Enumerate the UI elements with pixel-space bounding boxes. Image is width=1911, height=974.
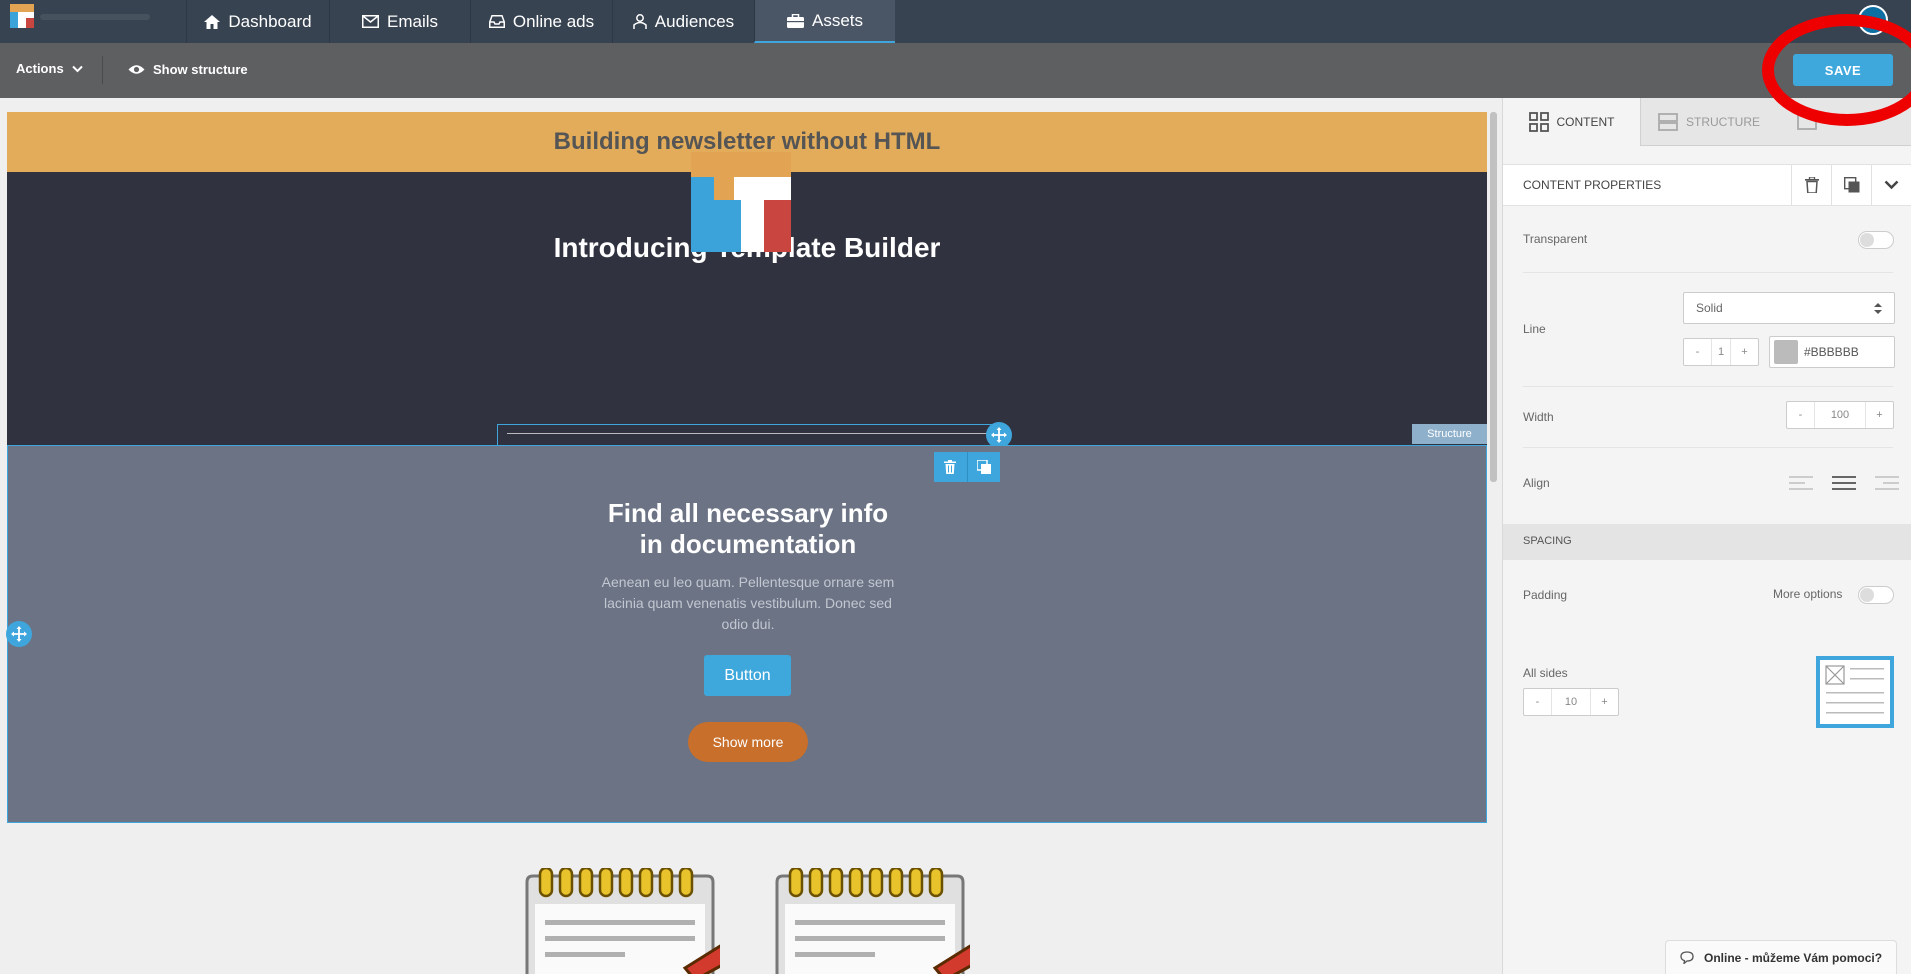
align-left-icon[interactable] <box>1789 474 1813 492</box>
chat-label: Online - můžeme Vám pomoci? <box>1704 950 1883 965</box>
width-label: Width <box>1523 410 1554 424</box>
nav-tab-label: Assets <box>811 10 864 30</box>
align-options <box>1789 474 1899 492</box>
line-color-field[interactable]: #BBBBBB <box>1769 336 1895 368</box>
briefcase-icon <box>786 13 804 28</box>
nav-tab-label: Audiences <box>654 11 735 31</box>
more-options-label: More options <box>1773 587 1843 601</box>
color-swatch[interactable] <box>1774 340 1798 364</box>
section-title: Find all necessary info in documentation <box>607 498 889 559</box>
padding-preview <box>1816 656 1894 728</box>
line-color-value: #BBBBBB <box>1804 345 1859 359</box>
top-nav: Dashboard Emails Online ads Audiences As… <box>0 0 1911 43</box>
nav-tab-label: Emails <box>386 11 438 31</box>
width-value[interactable]: 100 <box>1814 402 1866 428</box>
decrement-button[interactable]: - <box>1684 339 1711 365</box>
structure-tag[interactable]: Structure <box>1412 424 1487 444</box>
properties-panel: CONTENT STRUCTURE CONTENT PROPERTIES Tra… <box>1502 98 1911 974</box>
nav-tab-audiences[interactable]: Audiences <box>612 0 754 43</box>
increment-button[interactable]: + <box>1591 689 1618 715</box>
cta-button[interactable]: Button <box>704 655 791 696</box>
chevron-down-icon[interactable] <box>1871 165 1911 205</box>
decrement-button[interactable]: - <box>1787 402 1814 428</box>
chevron-down-icon <box>71 65 83 72</box>
duplicate-icon[interactable] <box>966 452 1001 482</box>
nav-tab-label: Dashboard <box>228 11 312 31</box>
tab-content-label: CONTENT <box>1556 115 1615 129</box>
actions-dropdown[interactable]: Actions <box>16 61 83 76</box>
all-sides-stepper[interactable]: - 10 + <box>1523 688 1619 716</box>
all-sides-label: All sides <box>1523 666 1568 680</box>
line-style-value: Solid <box>1696 301 1723 315</box>
line-thickness-stepper[interactable]: - 1 + <box>1683 338 1759 366</box>
selected-divider-block[interactable] <box>497 424 999 445</box>
users-icon <box>633 14 647 29</box>
tab-structure[interactable]: STRUCTURE <box>1641 98 1777 146</box>
nav-tab-dashboard[interactable]: Dashboard <box>186 0 329 43</box>
spacing-section-header: SPACING <box>1503 524 1911 560</box>
spacing-label: SPACING <box>1523 535 1572 547</box>
block-actions <box>934 452 1000 482</box>
decrement-button[interactable]: - <box>1524 689 1551 715</box>
nav-tab-label: Online ads <box>512 11 595 31</box>
tab-structure-label: STRUCTURE <box>1686 115 1760 129</box>
grid-icon <box>1528 112 1549 132</box>
editor-toolbar: Actions Show structure SAVE <box>0 43 1911 98</box>
canvas-scrollbar[interactable] <box>1490 112 1497 482</box>
align-label: Align <box>1523 476 1550 490</box>
increment-button[interactable]: + <box>1866 402 1893 428</box>
trash-icon[interactable] <box>1791 165 1831 205</box>
show-more-button[interactable]: Show more <box>688 722 808 762</box>
move-icon[interactable] <box>6 621 32 647</box>
transparent-toggle[interactable] <box>1858 231 1894 249</box>
notebook-illustration <box>775 868 970 974</box>
envelope-icon <box>361 15 379 28</box>
home-icon <box>204 14 221 29</box>
rows-icon <box>1658 113 1678 131</box>
notebook-illustration <box>525 868 720 974</box>
show-structure-button[interactable]: Show structure <box>128 62 248 77</box>
template-builder-logo[interactable] <box>691 152 791 252</box>
show-structure-label: Show structure <box>153 62 248 77</box>
line-style-select[interactable]: Solid <box>1683 292 1895 324</box>
toolbar-divider <box>102 56 103 84</box>
nav-tab-emails[interactable]: Emails <box>329 0 470 43</box>
actions-label: Actions <box>16 61 64 76</box>
row-divider <box>1523 447 1893 448</box>
app-name-placeholder <box>40 14 150 20</box>
transparent-label: Transparent <box>1523 232 1588 246</box>
select-arrows-icon <box>1874 302 1882 314</box>
tab-content[interactable]: CONTENT <box>1503 98 1641 146</box>
row-divider <box>1523 386 1893 387</box>
width-stepper[interactable]: - 100 + <box>1786 401 1894 429</box>
structure-tag-label: Structure <box>1427 428 1472 440</box>
divider-line <box>507 433 992 434</box>
content-properties-header: CONTENT PROPERTIES <box>1503 164 1911 206</box>
padding-label: Padding <box>1523 588 1568 602</box>
nav-tab-assets[interactable]: Assets <box>754 0 895 43</box>
more-options-toggle[interactable] <box>1858 586 1894 604</box>
duplicate-icon[interactable] <box>1831 165 1871 205</box>
inbox-icon <box>488 15 505 28</box>
chat-widget[interactable]: Online - můžeme Vám pomoci? <box>1665 940 1897 974</box>
trash-icon[interactable] <box>934 452 967 482</box>
chat-bubble-icon <box>1680 951 1694 964</box>
align-right-icon[interactable] <box>1875 474 1899 492</box>
content-section[interactable]: Find all necessary info in documentation… <box>7 445 1487 823</box>
section-text: Aenean eu leo quam. Pellentesque ornare … <box>601 574 895 632</box>
increment-button[interactable]: + <box>1731 339 1758 365</box>
line-thickness-value[interactable]: 1 <box>1711 339 1731 365</box>
app-logo[interactable] <box>10 4 34 28</box>
all-sides-value[interactable]: 10 <box>1551 689 1591 715</box>
content-properties-title: CONTENT PROPERTIES <box>1523 178 1662 192</box>
nav-tab-online-ads[interactable]: Online ads <box>470 0 612 43</box>
row-divider <box>1523 272 1893 273</box>
align-center-icon[interactable] <box>1832 474 1856 492</box>
eye-icon <box>128 65 145 74</box>
line-label: Line <box>1523 322 1546 336</box>
